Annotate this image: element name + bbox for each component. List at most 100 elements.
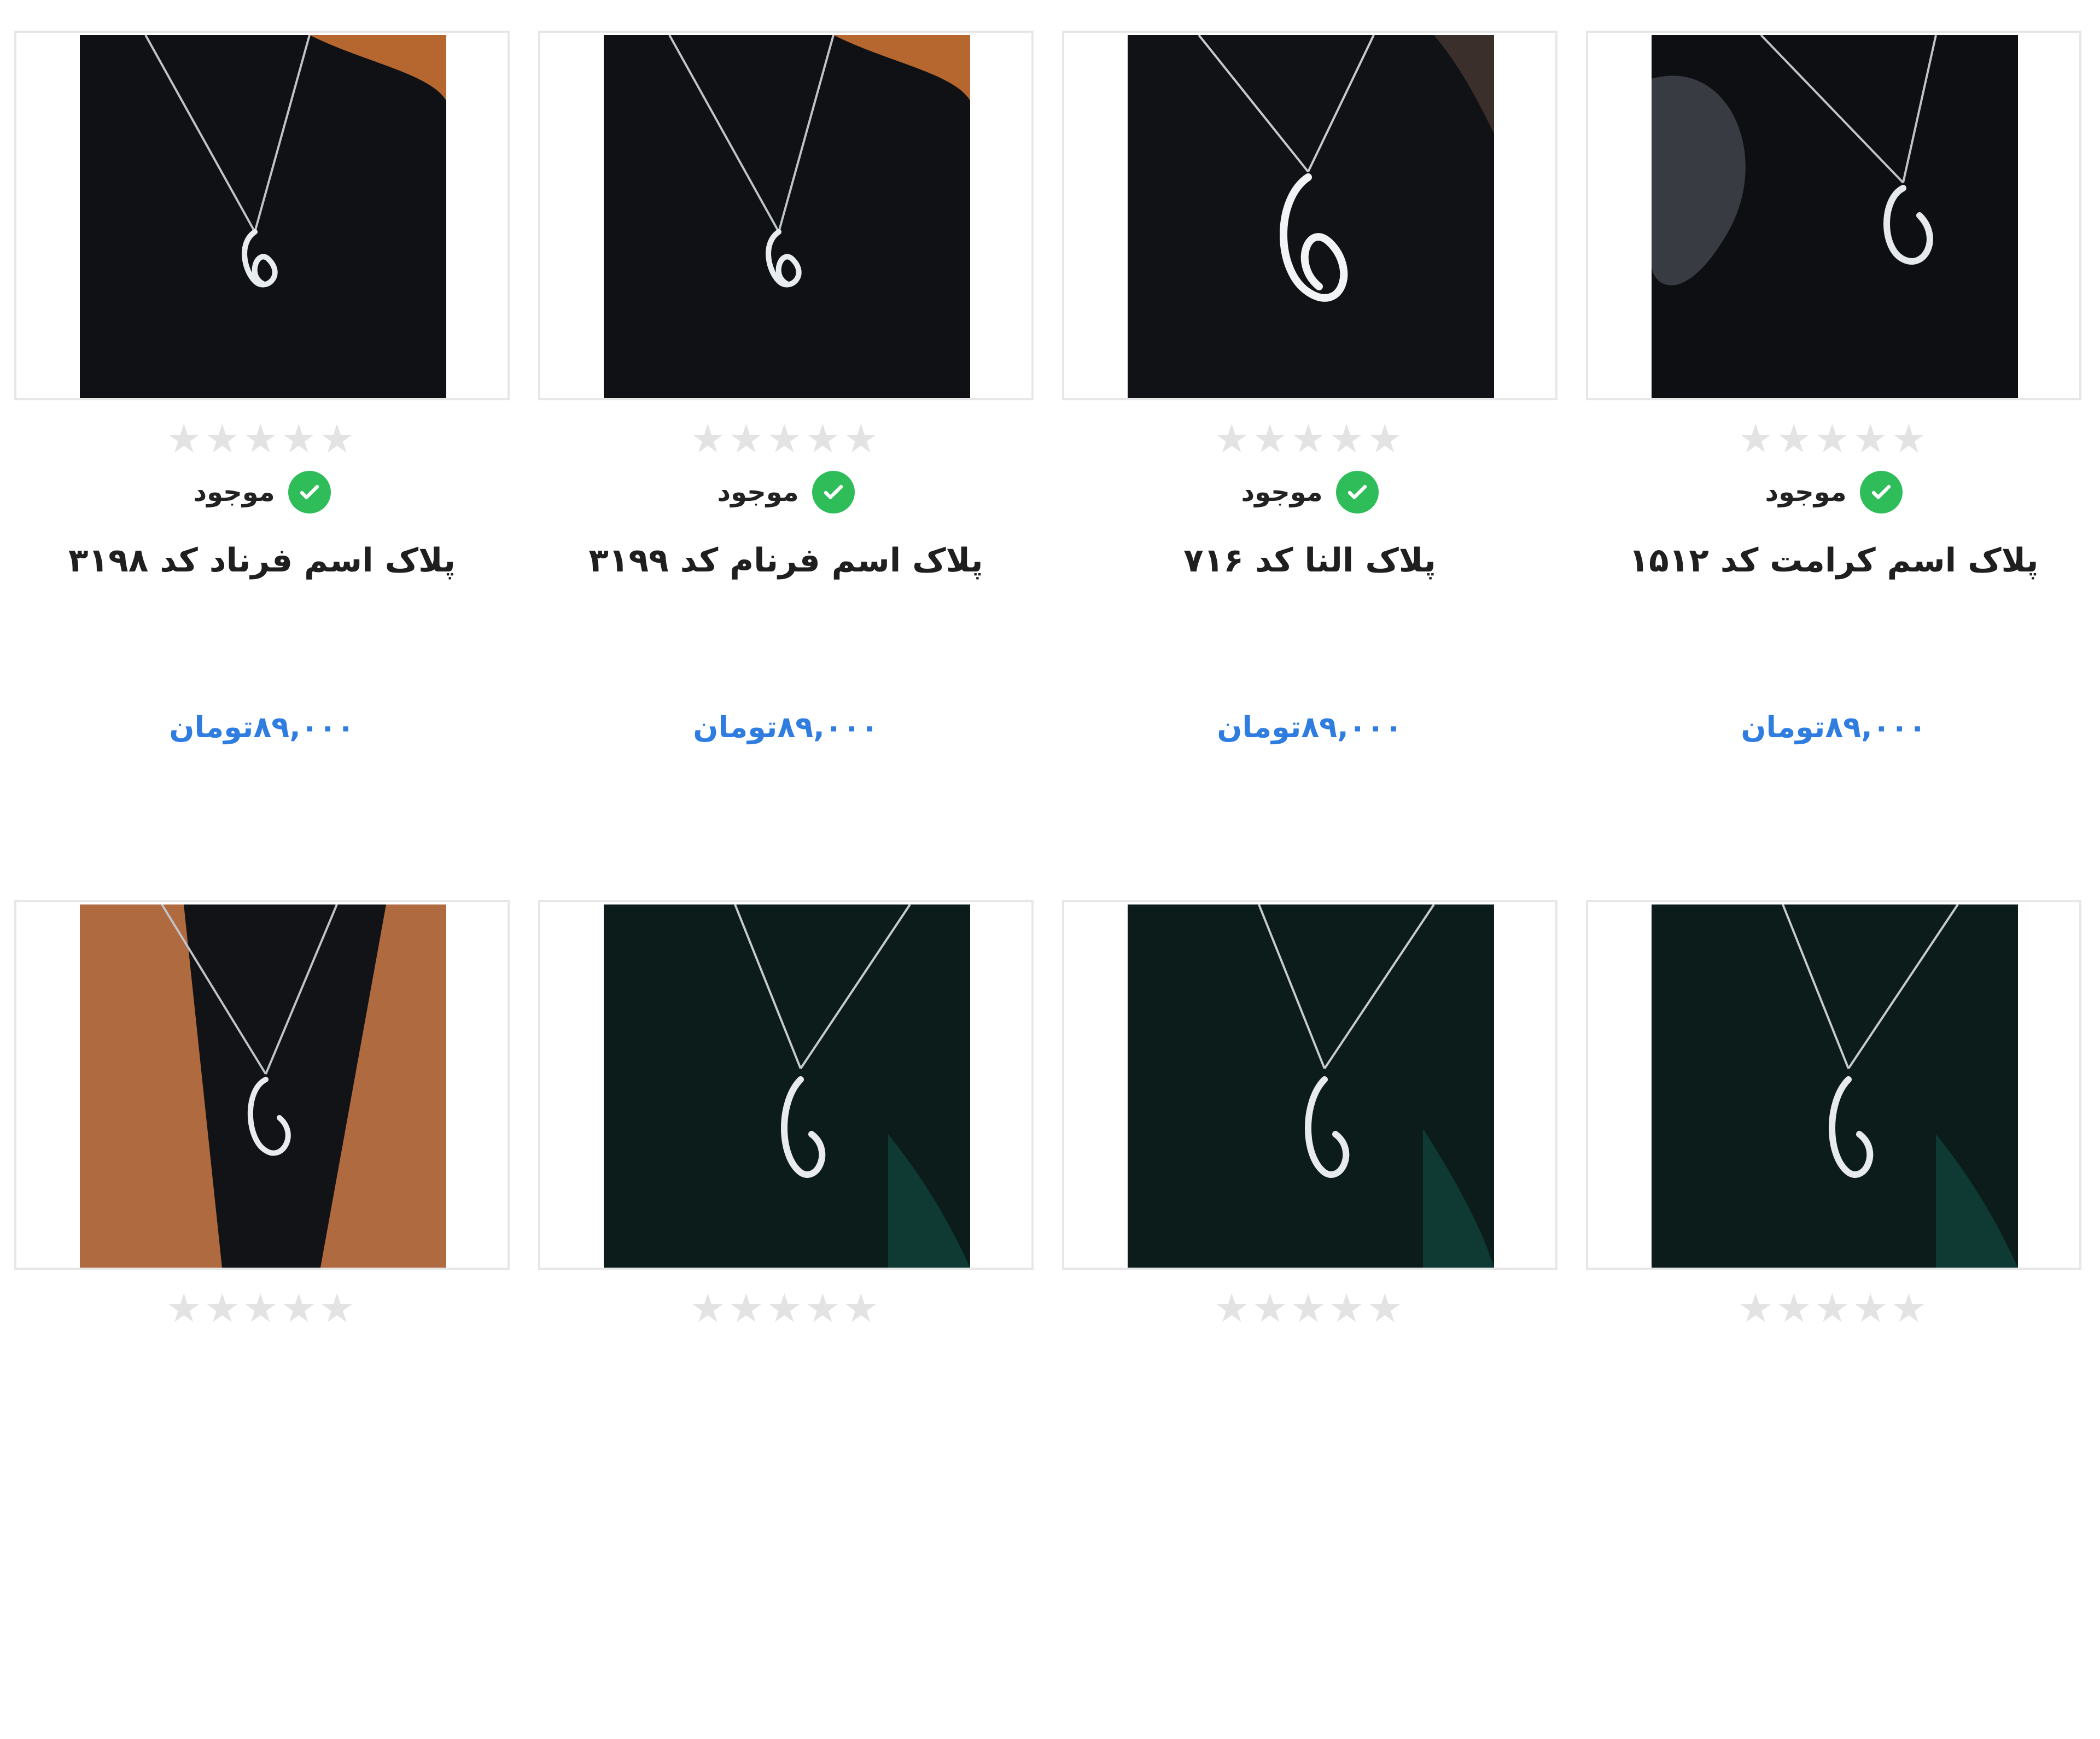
- product-image[interactable]: [1652, 904, 2018, 1268]
- star-icon[interactable]: ★: [243, 416, 281, 462]
- star-icon[interactable]: ★: [1252, 1285, 1291, 1331]
- product-image-frame[interactable]: [1586, 31, 2081, 400]
- necklace-photo: [1652, 904, 2018, 1268]
- necklace-photo: [80, 35, 446, 398]
- stock-status: موجود: [1572, 465, 2096, 520]
- star-icon[interactable]: ★: [1291, 416, 1329, 462]
- stock-status: موجود: [1048, 465, 1572, 520]
- product-image-frame[interactable]: [14, 31, 510, 400]
- product-image[interactable]: [1128, 904, 1494, 1268]
- star-icon[interactable]: ★: [1367, 416, 1405, 462]
- rating-stars[interactable]: ★★★★★: [1048, 1285, 1572, 1331]
- product-image[interactable]: [80, 35, 446, 398]
- star-icon[interactable]: ★: [319, 416, 358, 462]
- stock-status: موجود: [524, 465, 1048, 520]
- necklace-photo: [1128, 904, 1494, 1268]
- product-card[interactable]: ★★★★★: [524, 870, 1048, 1739]
- star-icon[interactable]: ★: [243, 1285, 281, 1331]
- product-image-frame[interactable]: [1062, 31, 1558, 400]
- star-icon[interactable]: ★: [1853, 1285, 1891, 1331]
- star-icon[interactable]: ★: [1214, 416, 1252, 462]
- stock-status: موجود: [0, 465, 524, 520]
- star-icon[interactable]: ★: [166, 1285, 205, 1331]
- star-icon[interactable]: ★: [1853, 416, 1891, 462]
- star-icon[interactable]: ★: [205, 1285, 243, 1331]
- star-icon[interactable]: ★: [690, 1285, 728, 1331]
- rating-stars[interactable]: ★★★★★: [524, 416, 1048, 462]
- rating-stars[interactable]: ★★★★★: [1572, 416, 2096, 462]
- star-icon[interactable]: ★: [1738, 1285, 1776, 1331]
- star-icon[interactable]: ★: [1815, 416, 1853, 462]
- star-icon[interactable]: ★: [767, 1285, 805, 1331]
- star-icon[interactable]: ★: [1367, 1285, 1405, 1331]
- product-card[interactable]: ★★★★★: [1048, 870, 1572, 1739]
- star-icon[interactable]: ★: [1252, 416, 1291, 462]
- star-icon[interactable]: ★: [281, 416, 319, 462]
- star-icon[interactable]: ★: [728, 416, 767, 462]
- necklace-photo: [1128, 35, 1494, 398]
- product-title[interactable]: پلاک اسم فرنام کد ۳۱۹۹: [524, 541, 1048, 580]
- rating-stars[interactable]: ★★★★★: [0, 416, 524, 462]
- star-icon[interactable]: ★: [1815, 1285, 1853, 1331]
- star-icon[interactable]: ★: [166, 416, 205, 462]
- star-icon[interactable]: ★: [843, 416, 882, 462]
- product-grid: ★★★★★ موجود پلاک اسم فرناد کد ۳۱۹۸ ۸۹,۰۰…: [0, 0, 2100, 1331]
- product-image[interactable]: [80, 904, 446, 1268]
- rating-stars[interactable]: ★★★★★: [1572, 1285, 2096, 1331]
- product-title[interactable]: پلاک النا کد ۷۱۶: [1048, 541, 1572, 580]
- star-icon[interactable]: ★: [1329, 416, 1367, 462]
- product-image-frame[interactable]: [538, 31, 1034, 400]
- necklace-photo: [1652, 35, 2018, 398]
- rating-stars[interactable]: ★★★★★: [524, 1285, 1048, 1331]
- product-price: ۸۹,۰۰۰تومان: [1741, 710, 1927, 744]
- product-image-frame[interactable]: [14, 900, 510, 1270]
- check-icon: [288, 471, 331, 513]
- product-price: ۸۹,۰۰۰تومان: [169, 710, 355, 744]
- product-card[interactable]: ★★★★★: [0, 870, 524, 1739]
- star-icon[interactable]: ★: [1891, 416, 1929, 462]
- necklace-photo: [604, 35, 970, 398]
- product-card[interactable]: ★★★★★ موجود پلاک اسم کرامت کد ۱۵۱۲ ۸۹,۰۰…: [1572, 0, 2096, 870]
- product-image[interactable]: [604, 35, 970, 398]
- product-image-frame[interactable]: [538, 900, 1034, 1270]
- product-image[interactable]: [1128, 35, 1494, 398]
- product-image-frame[interactable]: [1062, 900, 1558, 1270]
- check-icon: [812, 471, 855, 513]
- star-icon[interactable]: ★: [843, 1285, 882, 1331]
- product-title[interactable]: پلاک اسم فرناد کد ۳۱۹۸: [0, 541, 524, 580]
- product-card[interactable]: ★★★★★ موجود پلاک النا کد ۷۱۶ ۸۹,۰۰۰تومان: [1048, 0, 1572, 870]
- product-card[interactable]: ★★★★★ موجود پلاک اسم فرنام کد ۳۱۹۹ ۸۹,۰۰…: [524, 0, 1048, 870]
- product-image[interactable]: [1652, 35, 2018, 398]
- star-icon[interactable]: ★: [281, 1285, 319, 1331]
- star-icon[interactable]: ★: [1776, 1285, 1815, 1331]
- star-icon[interactable]: ★: [1214, 1285, 1252, 1331]
- star-icon[interactable]: ★: [1891, 1285, 1929, 1331]
- stock-label: موجود: [193, 477, 275, 507]
- star-icon[interactable]: ★: [805, 416, 843, 462]
- product-image-frame[interactable]: [1586, 900, 2081, 1270]
- stock-label: موجود: [1241, 477, 1323, 507]
- star-icon[interactable]: ★: [1738, 416, 1776, 462]
- product-price: ۸۹,۰۰۰تومان: [1217, 710, 1403, 744]
- stock-label: موجود: [717, 477, 799, 507]
- check-icon: [1335, 471, 1379, 513]
- product-image[interactable]: [604, 904, 970, 1268]
- star-icon[interactable]: ★: [1329, 1285, 1367, 1331]
- check-icon: [1859, 471, 1903, 513]
- star-icon[interactable]: ★: [1776, 416, 1815, 462]
- star-icon[interactable]: ★: [1291, 1285, 1329, 1331]
- product-card[interactable]: ★★★★★ موجود پلاک اسم فرناد کد ۳۱۹۸ ۸۹,۰۰…: [0, 0, 524, 870]
- star-icon[interactable]: ★: [205, 416, 243, 462]
- star-icon[interactable]: ★: [690, 416, 728, 462]
- star-icon[interactable]: ★: [728, 1285, 767, 1331]
- product-title[interactable]: پلاک اسم کرامت کد ۱۵۱۲: [1572, 541, 2096, 580]
- star-icon[interactable]: ★: [805, 1285, 843, 1331]
- necklace-photo: [80, 904, 446, 1268]
- rating-stars[interactable]: ★★★★★: [0, 1285, 524, 1331]
- rating-stars[interactable]: ★★★★★: [1048, 416, 1572, 462]
- star-icon[interactable]: ★: [767, 416, 805, 462]
- stock-label: موجود: [1765, 477, 1847, 507]
- star-icon[interactable]: ★: [319, 1285, 358, 1331]
- product-card[interactable]: ★★★★★: [1572, 870, 2096, 1739]
- product-price: ۸۹,۰۰۰تومان: [693, 710, 879, 744]
